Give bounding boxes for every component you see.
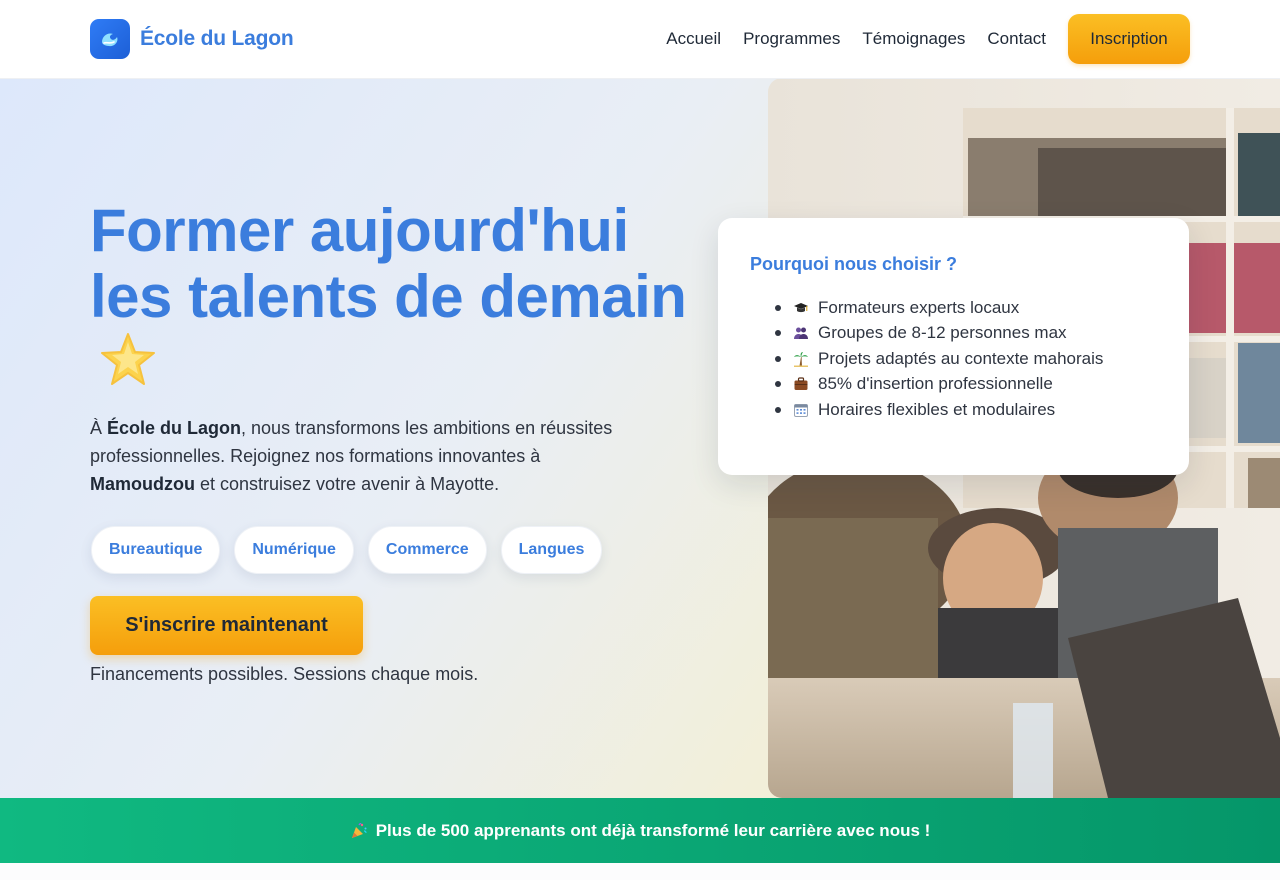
bullet-dot [775,406,781,413]
intro-suffix: et construisez votre avenir à Mayotte. [195,474,500,494]
feature-text: Groupes de 8-12 personnes max [818,323,1067,343]
stats-banner: Plus de 500 apprenants ont déjà transfor… [0,798,1280,863]
briefcase-icon [793,376,809,392]
bullet-dot [775,330,781,337]
chip-numerique[interactable]: Numérique [234,526,354,574]
feature-text: 85% d'insertion professionnelle [818,374,1053,394]
inscription-button[interactable]: Inscription [1068,14,1190,64]
intro-school-name: École du Lagon [107,418,242,438]
hero-title-line1: Former aujourd'hui [90,197,629,264]
program-chips: Bureautique Numérique Commerce Langues [91,526,603,574]
feature-list: Formateurs experts locaux Groupes de 8-1… [750,295,1157,423]
card-title: Pourquoi nous choisir ? [750,254,957,274]
hero-title-line2: les talents de demain [90,263,687,330]
intro-prefix: À [90,418,108,438]
chip-commerce[interactable]: Commerce [367,526,487,574]
hero-section: Former aujourd'hui les talents de demain… [0,78,1280,798]
calendar-icon [793,402,809,418]
nav-link-accueil[interactable]: Accueil [666,29,721,49]
chip-langues[interactable]: Langues [500,526,603,574]
brand-name: École du Lagon [140,27,294,50]
palm-tree-icon [793,351,809,367]
list-item: Projets adaptés au contexte mahorais [750,346,1157,372]
hero-title: Former aujourd'hui les talents de demain [90,198,690,330]
list-item: Groupes de 8-12 personnes max [750,321,1157,347]
logo-link[interactable]: École du Lagon [90,19,294,59]
list-item: Horaires flexibles et modulaires [750,397,1157,423]
star-icon [98,330,158,390]
hero-note: Financements possibles. Sessions chaque … [90,664,479,684]
people-icon [793,325,809,341]
main-nav: Accueil Programmes Témoignages Contact I… [666,14,1190,64]
intro-city: Mamoudzou [90,474,195,494]
chip-bureautique[interactable]: Bureautique [91,526,221,574]
hero-intro: À École du Lagon, nous transformons les … [90,414,650,498]
party-popper-icon [350,822,368,840]
list-item: 85% d'insertion professionnelle [750,372,1157,398]
bullet-dot [775,355,781,362]
site-header: École du Lagon Accueil Programmes Témoig… [0,0,1280,78]
feature-text: Formateurs experts locaux [818,297,1020,317]
feature-text: Horaires flexibles et modulaires [818,399,1056,419]
nav-link-temoignages[interactable]: Témoignages [862,29,965,49]
bullet-dot [775,381,781,388]
wave-logo-icon [90,19,130,59]
bullet-dot [775,304,781,311]
graduation-cap-icon [793,300,809,316]
list-item: Formateurs experts locaux [750,295,1157,321]
nav-link-programmes[interactable]: Programmes [743,29,840,49]
feature-text: Projets adaptés au contexte mahorais [818,348,1104,368]
banner-text: Plus de 500 apprenants ont déjà transfor… [375,820,931,840]
why-choose-card: Pourquoi nous choisir ? Formateurs exper… [718,218,1189,475]
sinscrire-button[interactable]: S'inscrire maintenant [90,596,363,655]
nav-link-contact[interactable]: Contact [987,29,1046,49]
